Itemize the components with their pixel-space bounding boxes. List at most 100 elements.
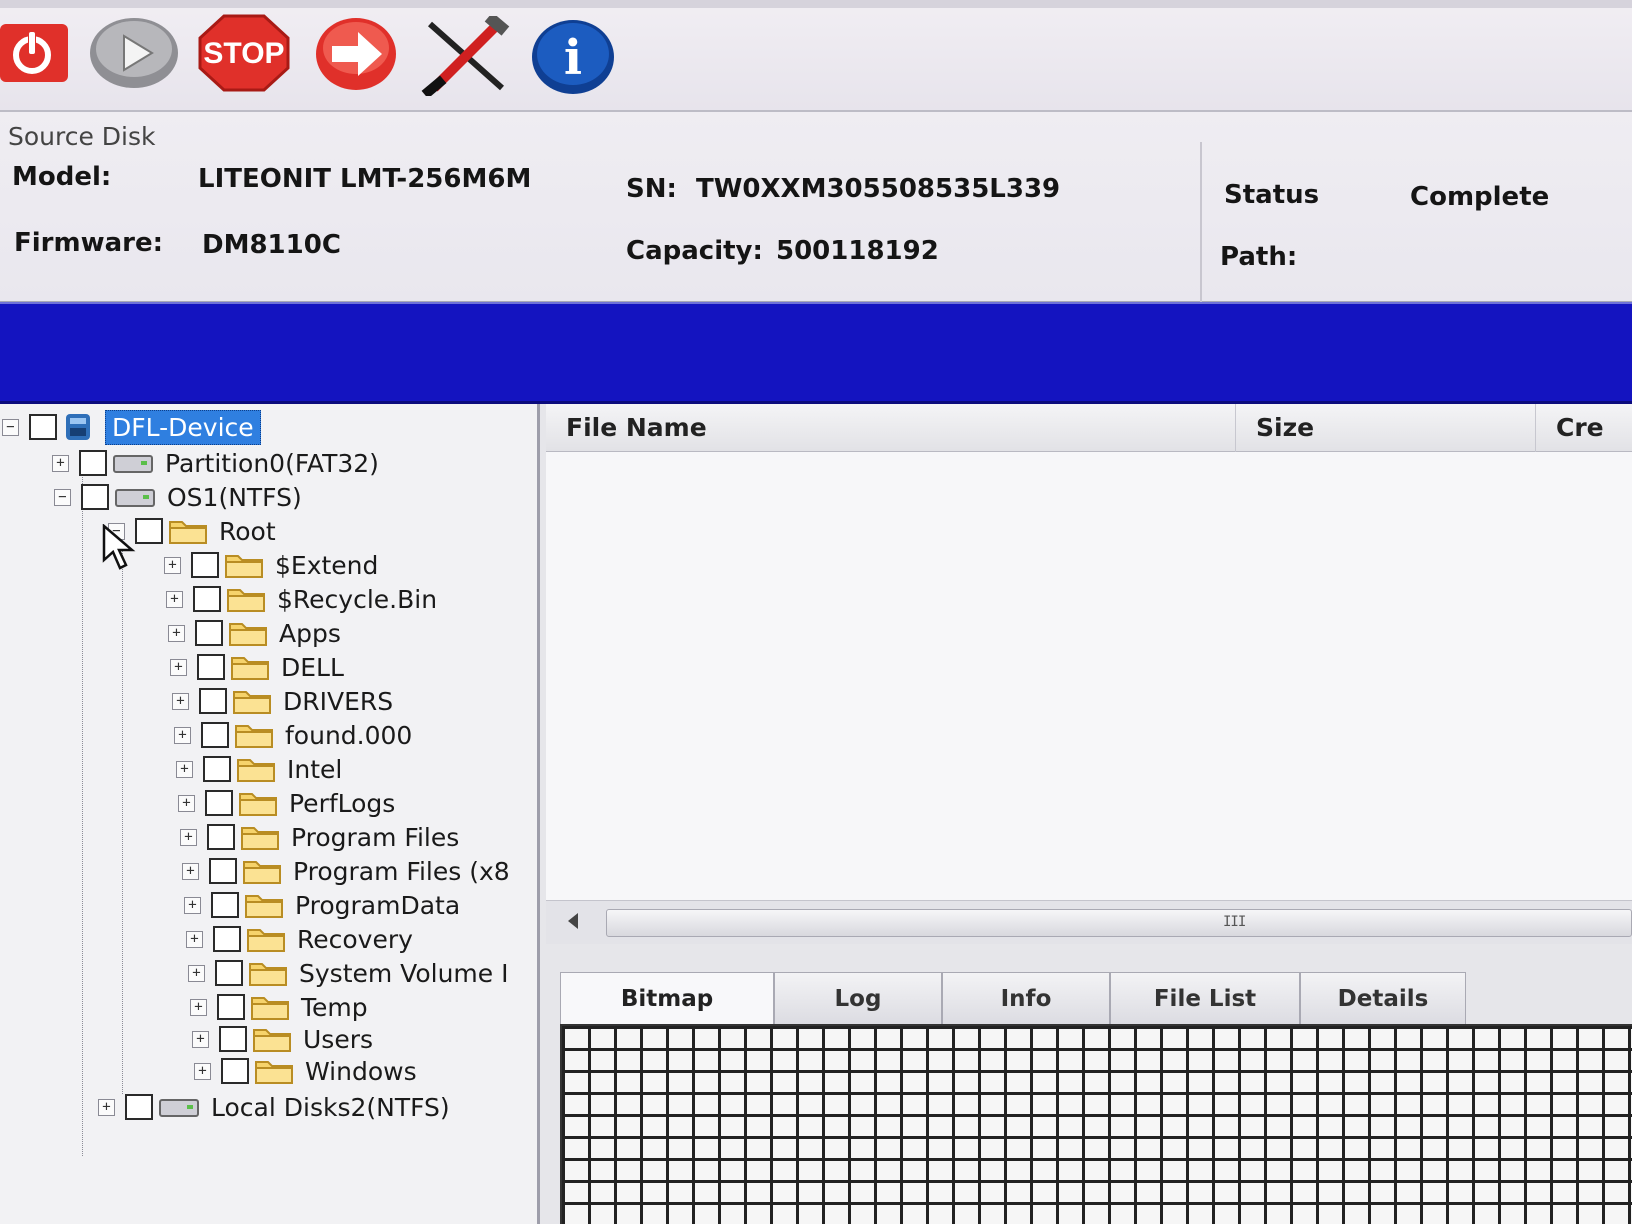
expand-icon[interactable]: + [190,998,207,1016]
tree-label-dfl-device[interactable]: DFL-Device [105,409,261,445]
tab-bitmap[interactable]: Bitmap [560,972,774,1024]
tree-folder-label[interactable]: Users [303,1025,373,1054]
tree-folder-program-files-x86[interactable]: + Program Files (x8 [182,854,510,888]
expand-icon[interactable]: + [188,964,205,982]
tree-checkbox[interactable] [195,620,223,646]
tree-label-partition0[interactable]: Partition0(FAT32) [165,449,379,478]
tree-checkbox[interactable] [125,1094,153,1120]
tree-label-local-disks2[interactable]: Local Disks2(NTFS) [211,1093,450,1122]
tree-folder-label[interactable]: $Extend [275,551,378,580]
file-list-panel[interactable]: File Name Size Cre III [546,404,1632,944]
expand-icon[interactable]: + [186,930,203,948]
tree-checkbox[interactable] [209,858,237,884]
tree-folder-program-files[interactable]: + Program Files [180,820,459,854]
tree-checkbox[interactable] [221,1058,249,1084]
column-header-created[interactable]: Cre [1536,404,1632,452]
expand-icon[interactable]: + [164,556,181,574]
column-header-size[interactable]: Size [1236,404,1536,452]
tree-label-root[interactable]: Root [219,517,276,546]
tree-folder-dell[interactable]: + DELL [170,650,344,684]
scroll-thumb[interactable]: III [606,909,1632,937]
tree-folder-users[interactable]: + Users [192,1022,373,1056]
tree-node-os1[interactable]: − OS1(NTFS) [54,480,302,514]
expand-icon[interactable]: + [184,896,201,914]
tree-folder-label[interactable]: Program Files (x8 [293,857,510,886]
tree-label-os1[interactable]: OS1(NTFS) [167,483,302,512]
tree-node-local-disks2[interactable]: + Local Disks2(NTFS) [98,1090,450,1124]
tree-checkbox[interactable] [81,484,109,510]
tree-node-partition0[interactable]: + Partition0(FAT32) [52,446,379,480]
tree-checkbox[interactable] [219,1026,247,1052]
stop-button[interactable]: STOP [198,14,290,92]
expand-icon[interactable]: + [166,590,183,608]
power-button[interactable] [0,22,70,84]
tab-details[interactable]: Details [1300,972,1466,1024]
tree-folder-label[interactable]: found.000 [285,721,412,750]
tree-checkbox[interactable] [211,892,239,918]
expand-icon[interactable]: + [176,760,193,778]
expand-icon[interactable]: + [178,794,195,812]
tree-folder-label[interactable]: Windows [305,1057,417,1086]
expand-icon[interactable]: + [172,692,189,710]
tree-checkbox[interactable] [79,450,107,476]
tree-folder-label[interactable]: DRIVERS [283,687,393,716]
expand-icon[interactable]: + [174,726,191,744]
expand-icon[interactable]: + [98,1098,115,1116]
tree-folder-label[interactable]: System Volume I [299,959,508,988]
tree-checkbox[interactable] [205,790,233,816]
expand-icon[interactable]: + [182,862,199,880]
expand-icon[interactable]: + [168,624,185,642]
tree-folder-perflogs[interactable]: + PerfLogs [178,786,395,820]
column-header-file-name[interactable]: File Name [546,404,1236,452]
tree-checkbox[interactable] [197,654,225,680]
tree-folder-system-volume[interactable]: + System Volume I [188,956,508,990]
tree-folder-temp[interactable]: + Temp [190,990,368,1024]
tree-folder-label[interactable]: ProgramData [295,891,460,920]
tree-checkbox[interactable] [217,994,245,1020]
tree-folder-found-000[interactable]: + found.000 [174,718,412,752]
tree-folder-programdata[interactable]: + ProgramData [184,888,460,922]
tree-checkbox[interactable] [213,926,241,952]
tree-checkbox[interactable] [203,756,231,782]
scroll-left-icon[interactable] [568,913,578,929]
tree-folder-label[interactable]: Temp [301,993,368,1022]
tree-folder-label[interactable]: Program Files [291,823,459,852]
tree-checkbox[interactable] [29,414,57,440]
tree-checkbox[interactable] [215,960,243,986]
tree-folder-recovery[interactable]: + Recovery [186,922,413,956]
tree-checkbox[interactable] [201,722,229,748]
info-button[interactable]: i [530,18,616,96]
tree-folder-drivers[interactable]: + DRIVERS [172,684,393,718]
horizontal-scrollbar[interactable]: III [546,900,1632,944]
collapse-icon[interactable]: − [54,488,71,506]
tree-node-dfl-device[interactable]: − DFL-Device [2,409,261,445]
tab-file-list[interactable]: File List [1110,972,1300,1024]
next-button[interactable] [314,16,398,92]
tree-checkbox[interactable] [193,586,221,612]
tree-checkbox[interactable] [191,552,219,578]
expand-icon[interactable]: + [170,658,187,676]
expand-icon[interactable]: + [192,1030,209,1048]
tree-folder-recycle-bin[interactable]: + $Recycle.Bin [166,582,437,616]
tools-button[interactable] [420,16,512,96]
tree-folder-windows[interactable]: + Windows [194,1054,417,1088]
tab-info[interactable]: Info [942,972,1110,1024]
tree-folder-label[interactable]: Apps [279,619,341,648]
collapse-icon[interactable]: − [2,418,19,436]
tree-folder-extend[interactable]: + $Extend [164,548,378,582]
tree-folder-label[interactable]: $Recycle.Bin [277,585,437,614]
tree-folder-label[interactable]: PerfLogs [289,789,395,818]
tab-log[interactable]: Log [774,972,942,1024]
tree-folder-apps[interactable]: + Apps [168,616,341,650]
device-tree[interactable]: − DFL-Device + Partition0(FAT32) − OS1(N… [0,404,540,1224]
play-button[interactable] [88,16,180,90]
expand-icon[interactable]: + [194,1062,211,1080]
tree-checkbox[interactable] [199,688,227,714]
tree-folder-label[interactable]: DELL [281,653,344,682]
tree-folder-intel[interactable]: + Intel [176,752,342,786]
expand-icon[interactable]: + [180,828,197,846]
tree-checkbox[interactable] [207,824,235,850]
tree-folder-label[interactable]: Recovery [297,925,413,954]
expand-icon[interactable]: + [52,454,69,472]
tree-folder-label[interactable]: Intel [287,755,342,784]
